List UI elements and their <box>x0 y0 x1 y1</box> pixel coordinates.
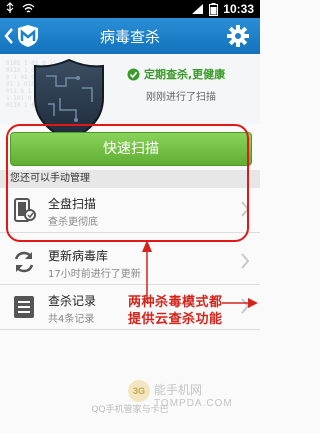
footer-text: QQ手机管家与卡巴 <box>91 405 169 415</box>
annotation-arrow-right <box>222 298 258 308</box>
annotation-line-2: 提供云查杀功能 <box>128 312 223 327</box>
watermark-badge: 3G <box>128 380 150 402</box>
annotation-line-1: 两种杀毒模式都 <box>128 295 223 310</box>
annotation-arrow-up <box>142 240 152 300</box>
watermark-title: 能手机网 <box>154 383 203 397</box>
annotation-arrows <box>142 240 258 308</box>
